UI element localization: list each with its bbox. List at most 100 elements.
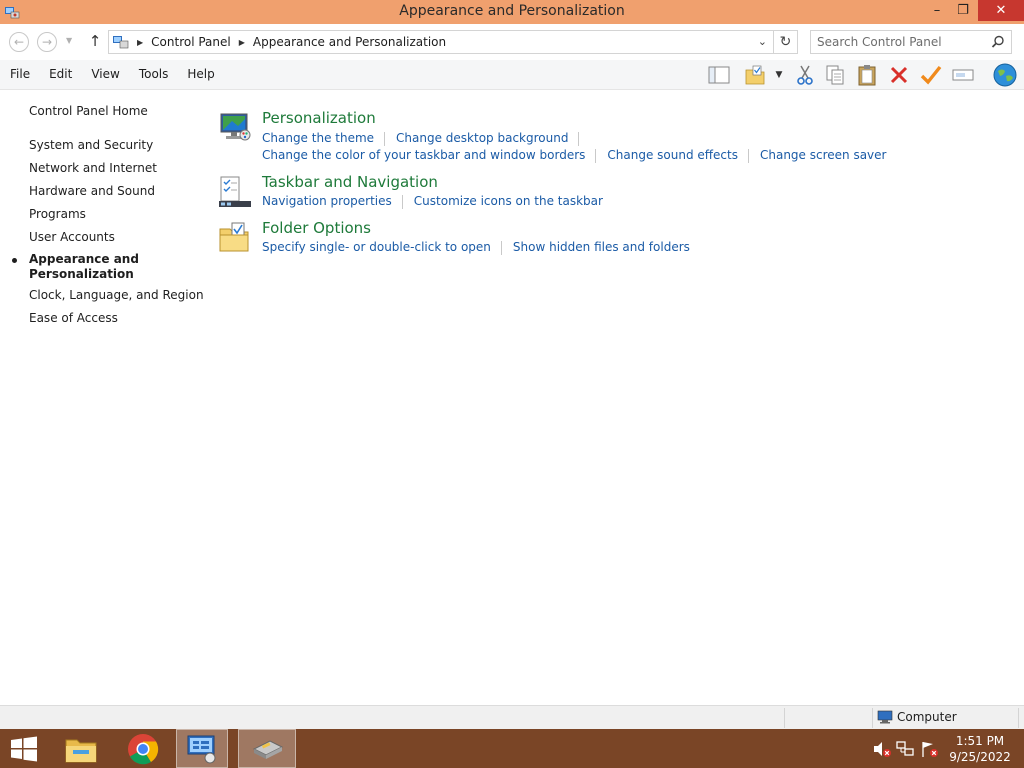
menu-tools[interactable]: Tools: [133, 67, 175, 81]
dropdown-arrow-icon[interactable]: ▼: [770, 63, 788, 87]
link-navigation-properties[interactable]: Navigation properties: [262, 194, 392, 209]
link-customize-taskbar-icons[interactable]: Customize icons on the taskbar: [414, 194, 603, 209]
taskbar-chrome[interactable]: [120, 729, 166, 768]
category-personalization: Personalization Change the theme Change …: [218, 109, 1018, 165]
sidebar-item-clock-language-region[interactable]: Clock, Language, and Region: [29, 287, 204, 310]
start-button[interactable]: [0, 729, 48, 768]
drive-icon: [252, 739, 284, 759]
windows-logo-icon: [11, 736, 37, 761]
up-button[interactable]: ↑: [87, 32, 103, 52]
sidebar-item-appearance-current: Appearance and Personalization: [12, 252, 149, 287]
taskbar-navigation-icon[interactable]: [218, 175, 252, 209]
link-change-desktop-background[interactable]: Change desktop background: [396, 131, 568, 146]
status-zone-label: Computer: [897, 710, 957, 724]
link-single-double-click[interactable]: Specify single- or double-click to open: [262, 240, 491, 255]
search-input[interactable]: [817, 35, 987, 49]
properties-button[interactable]: [918, 63, 944, 87]
arrow-right-icon: →: [41, 35, 53, 49]
search-icon[interactable]: [991, 35, 1005, 49]
control-panel-icon: [113, 36, 129, 49]
link-change-taskbar-color[interactable]: Change the color of your taskbar and win…: [262, 148, 585, 163]
category-title-personalization[interactable]: Personalization: [262, 109, 376, 127]
sidebar-item-system-and-security[interactable]: System and Security: [29, 137, 204, 160]
sidebar-item-network-and-internet[interactable]: Network and Internet: [29, 160, 204, 183]
sidebar-item-user-accounts[interactable]: User Accounts: [29, 229, 204, 252]
properties-checkmark-icon: [920, 65, 942, 85]
taskbar-control-panel[interactable]: [176, 729, 228, 768]
arrow-up-icon: ↑: [88, 32, 102, 50]
taskbar-drive-app[interactable]: [238, 729, 296, 768]
taskbar: 1:51 PM 9/25/2022: [0, 729, 1024, 768]
link-change-sound-effects[interactable]: Change sound effects: [607, 148, 738, 163]
volume-muted-icon[interactable]: [872, 740, 892, 758]
copy-button[interactable]: [822, 63, 848, 87]
current-page-bullet-icon: [12, 258, 17, 263]
cut-button[interactable]: [792, 63, 818, 87]
clock-time: 1:51 PM: [955, 734, 1005, 748]
cut-icon: [797, 65, 813, 85]
rename-icon: [952, 69, 974, 81]
address-bar[interactable]: ▶ Control Panel ▶ Appearance and Persona…: [108, 30, 774, 54]
link-separator: [401, 195, 403, 209]
refresh-button[interactable]: ↻: [774, 30, 798, 54]
layout-pane-button[interactable]: [706, 63, 732, 87]
taskbar-clock[interactable]: 1:51 PM 9/25/2022: [944, 733, 1016, 765]
personalization-links-row1: Change the theme Change desktop backgrou…: [262, 131, 590, 146]
category-title-taskbar-navigation[interactable]: Taskbar and Navigation: [262, 173, 438, 191]
breadcrumb-separator-icon[interactable]: ▶: [239, 38, 245, 47]
folder-options-icon: [745, 65, 765, 85]
globe-button[interactable]: [990, 63, 1020, 87]
taskbar-navigation-links: Navigation properties Customize icons on…: [262, 194, 603, 209]
back-button[interactable]: ←: [9, 32, 29, 52]
link-change-screen-saver[interactable]: Change screen saver: [760, 148, 887, 163]
sidebar-item-ease-of-access[interactable]: Ease of Access: [29, 310, 204, 333]
rename-button[interactable]: [950, 63, 976, 87]
network-icon[interactable]: [896, 740, 916, 758]
menu-view[interactable]: View: [85, 67, 125, 81]
breadcrumb-separator-icon[interactable]: ▶: [137, 38, 143, 47]
forward-button[interactable]: →: [37, 32, 57, 52]
search-box[interactable]: [810, 30, 1012, 54]
link-change-the-theme[interactable]: Change the theme: [262, 131, 374, 146]
delete-button[interactable]: [886, 63, 912, 87]
menu-help[interactable]: Help: [181, 67, 220, 81]
chrome-icon: [128, 733, 159, 764]
close-button[interactable]: ✕: [978, 0, 1024, 21]
link-separator: [500, 241, 502, 255]
status-zone: Computer: [877, 710, 957, 724]
sidebar-control-panel-home[interactable]: Control Panel Home: [29, 104, 148, 118]
delete-icon: [890, 66, 908, 84]
menu-bar: File Edit View Tools Help: [4, 67, 228, 81]
status-bar: Computer: [0, 705, 1024, 729]
menu-edit[interactable]: Edit: [43, 67, 78, 81]
refresh-icon: ↻: [779, 34, 792, 50]
sidebar-item-programs[interactable]: Programs: [29, 206, 204, 229]
link-separator: [595, 149, 597, 163]
paste-button[interactable]: [854, 63, 880, 87]
folder-options-button[interactable]: [742, 63, 768, 87]
link-show-hidden-files[interactable]: Show hidden files and folders: [513, 240, 690, 255]
maximize-button[interactable]: ❐: [948, 0, 978, 21]
action-center-flag-icon[interactable]: [920, 740, 940, 758]
address-dropdown-icon[interactable]: ⌄: [758, 35, 767, 48]
status-divider: [784, 708, 785, 728]
taskbar-file-explorer[interactable]: [58, 729, 104, 768]
status-resize-grip[interactable]: [1018, 708, 1019, 728]
breadcrumb-control-panel[interactable]: Control Panel: [151, 35, 231, 49]
folder-options-icon[interactable]: [218, 221, 252, 255]
clock-date: 9/25/2022: [949, 750, 1011, 764]
sidebar-list: System and Security Network and Internet…: [12, 137, 204, 333]
recent-locations-dropdown[interactable]: ▼: [66, 36, 72, 45]
globe-icon: [993, 63, 1017, 87]
title-bar: Appearance and Personalization – ❐ ✕: [0, 0, 1024, 24]
main-content: Personalization Change the theme Change …: [210, 91, 1024, 705]
personalization-icon[interactable]: [218, 111, 252, 145]
control-panel-icon: [187, 735, 216, 763]
personalization-links-row2: Change the color of your taskbar and win…: [262, 148, 886, 163]
breadcrumb-appearance[interactable]: Appearance and Personalization: [253, 35, 446, 49]
navigation-bar: ← → ▼ ↑ ▶ Control Panel ▶ Appearance and…: [0, 24, 1024, 60]
menu-file[interactable]: File: [4, 67, 36, 81]
window-title: Appearance and Personalization: [399, 3, 625, 19]
sidebar-item-hardware-and-sound[interactable]: Hardware and Sound: [29, 183, 204, 206]
category-title-folder-options[interactable]: Folder Options: [262, 219, 371, 237]
